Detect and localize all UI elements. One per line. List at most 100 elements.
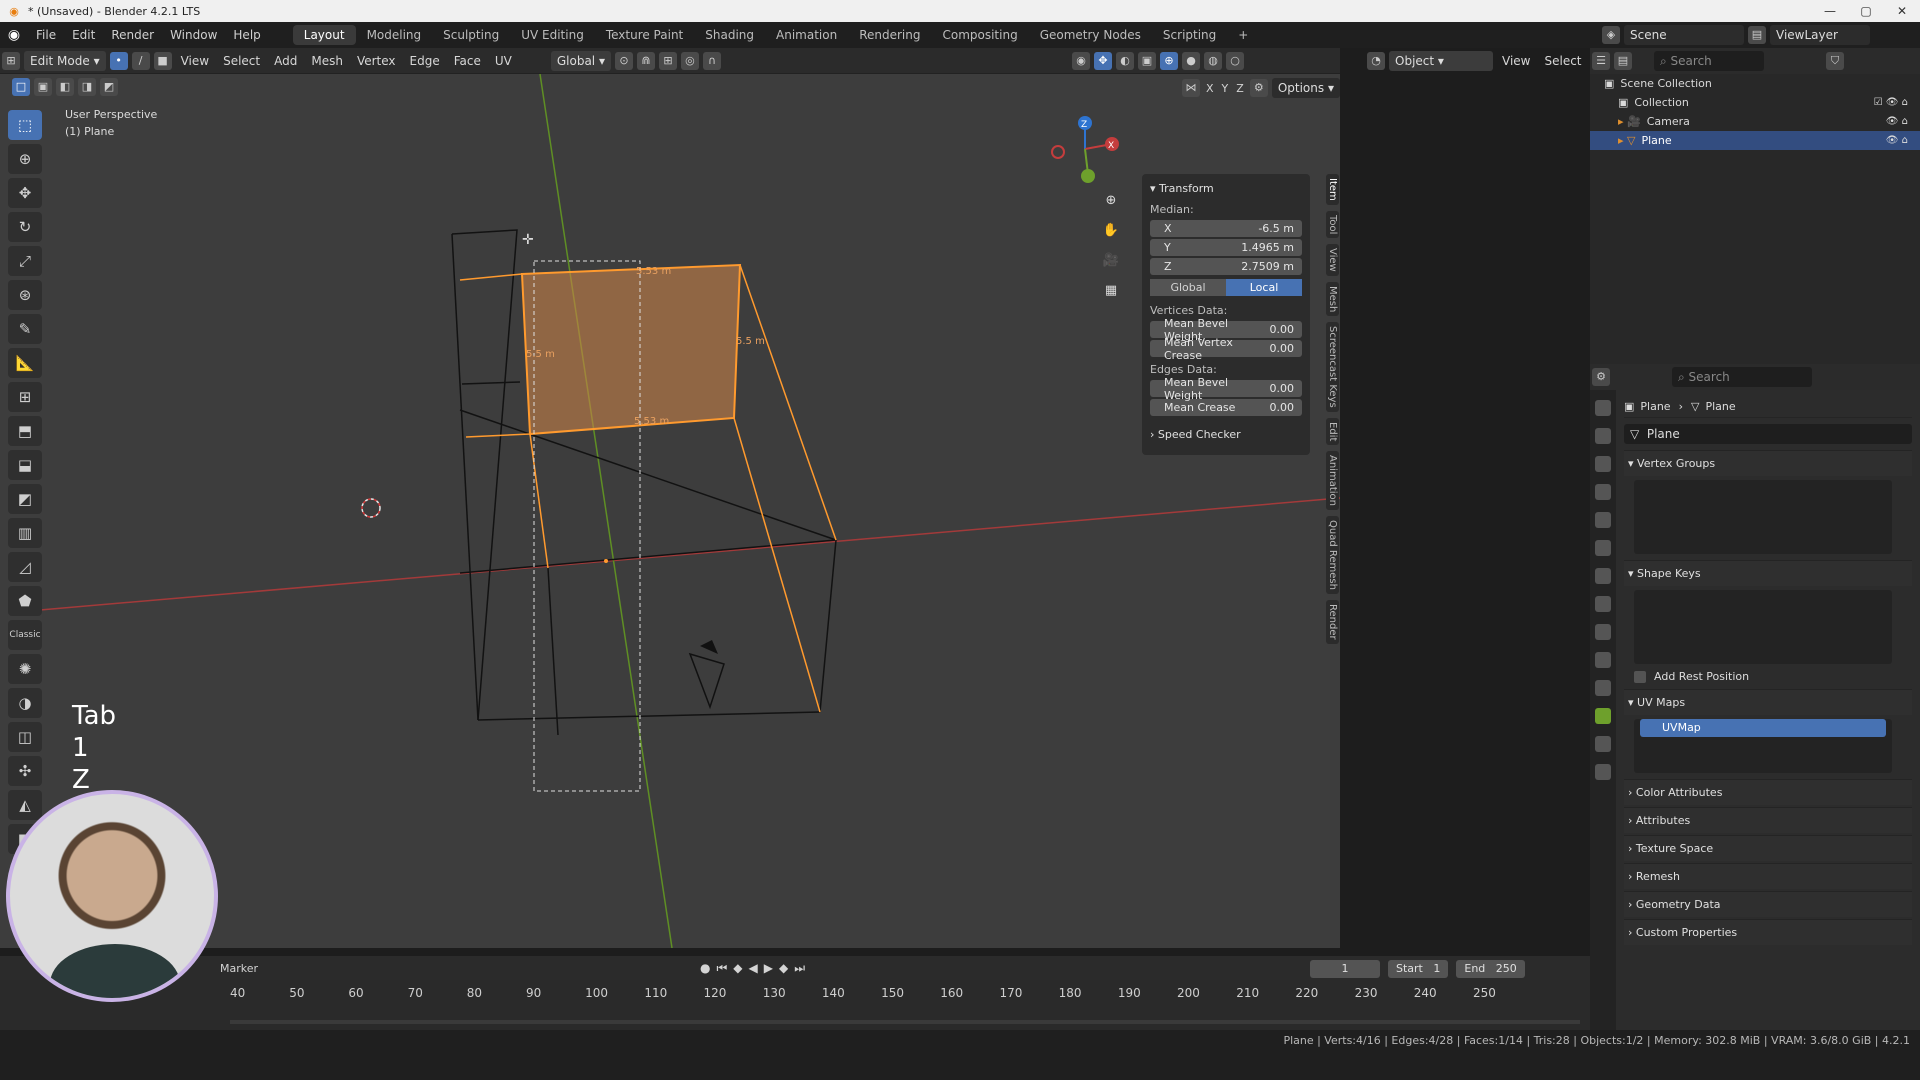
rotate-tool-icon[interactable]: ↻ (8, 212, 42, 242)
falloff-icon[interactable]: ∩ (702, 51, 721, 70)
tab-sculpting[interactable]: Sculpting (432, 25, 510, 45)
particles-tab-icon[interactable] (1595, 624, 1611, 640)
median-y-field[interactable]: Y 1.4965 m (1150, 239, 1302, 256)
menu-select-2[interactable]: Select (1537, 54, 1588, 68)
outliner-row-camera[interactable]: ▸ 🎥 Camera 👁 ⌂ (1590, 112, 1920, 131)
add-rest-position-checkbox[interactable]: Add Rest Position (1634, 670, 1912, 683)
output-tab-icon[interactable] (1595, 456, 1611, 472)
tab-animation[interactable]: Animation (1326, 451, 1339, 511)
menu-render[interactable]: Render (103, 28, 162, 42)
tab-layout[interactable]: Layout (292, 25, 356, 45)
mesh-datablock-field[interactable]: ▽ Plane (1624, 424, 1912, 444)
marker-menu[interactable]: Marker (220, 962, 258, 975)
extrude-tool-icon[interactable]: ⬒ (8, 416, 42, 446)
menu-window[interactable]: Window (162, 28, 225, 42)
global-button[interactable]: Global (1150, 279, 1226, 296)
menu-edit[interactable]: Edit (64, 28, 103, 42)
mean-crease-field[interactable]: Mean Crease 0.00 (1150, 399, 1302, 416)
editor-type-icon-2[interactable]: ◔ (1367, 51, 1385, 70)
bevel-tool-icon[interactable]: ◩ (8, 484, 42, 514)
tab-uv-editing[interactable]: UV Editing (510, 25, 595, 45)
annotate-tool-icon[interactable]: ✎ (8, 314, 42, 344)
local-button[interactable]: Local (1226, 279, 1302, 296)
uv-maps-panel[interactable]: ▾ UV Maps (1624, 689, 1912, 715)
properties-editor-icon[interactable]: ⚙ (1592, 368, 1610, 386)
tab-edit[interactable]: Edit (1326, 417, 1339, 446)
select-box-tool-icon[interactable]: ⬚ (8, 110, 42, 140)
visibility-eye-icon[interactable]: ☑ 👁 ⌂ (1874, 97, 1908, 108)
zoom-icon[interactable]: ⊕ (1100, 190, 1122, 212)
menu-view[interactable]: View (174, 54, 216, 68)
menu-select[interactable]: Select (216, 54, 267, 68)
maximize-button[interactable]: ▢ (1848, 0, 1884, 22)
scale-tool-icon[interactable]: ⤢ (8, 246, 42, 276)
tab-tool[interactable]: Tool (1326, 210, 1339, 239)
outliner-row-plane[interactable]: ▸ ▽ Plane 👁 ⌂ (1590, 131, 1920, 150)
tab-compositing[interactable]: Compositing (931, 25, 1028, 45)
visibility-icon[interactable]: ◉ (1072, 51, 1090, 70)
visibility-eye-icon[interactable]: 👁 ⌂ (1886, 116, 1908, 127)
median-z-field[interactable]: Z 2.7509 m (1150, 258, 1302, 275)
view-layer-tab-icon[interactable] (1595, 484, 1611, 500)
solid-shading-icon[interactable]: ● (1182, 51, 1200, 70)
ortho-grid-icon[interactable]: ▦ (1100, 280, 1122, 302)
menu-face[interactable]: Face (447, 54, 488, 68)
shear-tool-icon[interactable]: ◭ (8, 790, 42, 820)
outliner-row-collection[interactable]: ▣ Collection ☑ 👁 ⌂ (1590, 93, 1920, 112)
snap-icon[interactable]: ⋒ (636, 51, 655, 70)
transform-panel-title[interactable]: ▾ Transform (1150, 182, 1302, 195)
edge-slide-tool-icon[interactable]: ◫ (8, 722, 42, 752)
edge-bevel-weight-field[interactable]: Mean Bevel Weight 0.00 (1150, 376, 1302, 402)
material-tab-icon[interactable] (1595, 736, 1611, 752)
tab-texture-paint[interactable]: Texture Paint (595, 25, 694, 45)
cursor-tool-icon[interactable]: ⊕ (8, 144, 42, 174)
menu-file[interactable]: File (28, 28, 64, 42)
outliner-search-input[interactable]: ⌕ Search (1654, 51, 1764, 71)
add-workspace-button[interactable]: + (1227, 25, 1259, 45)
shrink-tool-icon[interactable]: ✣ (8, 756, 42, 786)
close-button[interactable]: ✕ (1884, 0, 1920, 22)
outliner-editor-icon[interactable]: ☰ (1592, 52, 1610, 70)
attributes-panel[interactable]: › Attributes (1624, 807, 1912, 833)
timeline[interactable]: 40 50 60 70 80 90 100 110 120 130 140 150 160 170 180 1… (0, 980, 1600, 1030)
scene-tab-icon[interactable] (1595, 512, 1611, 528)
physics-tab-icon[interactable] (1595, 652, 1611, 668)
record-icon[interactable]: ● (700, 961, 710, 975)
color-attributes-panel[interactable]: › Color Attributes (1624, 779, 1912, 805)
face-select-icon[interactable]: ■ (153, 51, 172, 70)
camera-view-icon[interactable]: 🎥 (1100, 250, 1122, 272)
speed-checker-panel[interactable]: › Speed Checker (1150, 428, 1302, 441)
navigation-gizmo[interactable]: Z X (1050, 114, 1120, 184)
next-keyframe-icon[interactable]: ◆ (779, 961, 788, 975)
spin-tool-icon[interactable]: ✺ (8, 654, 42, 684)
vertex-groups-list[interactable] (1634, 480, 1892, 554)
jump-start-icon[interactable]: ⏮ (716, 961, 727, 976)
tab-rendering[interactable]: Rendering (848, 25, 931, 45)
smooth-tool-icon[interactable]: ◑ (8, 688, 42, 718)
editor-type-icon[interactable]: ⊞ (2, 51, 20, 70)
move-tool-icon[interactable]: ✥ (8, 178, 42, 208)
object-tab-icon[interactable] (1595, 568, 1611, 584)
menu-uv[interactable]: UV (488, 54, 519, 68)
constraints-tab-icon[interactable] (1595, 680, 1611, 696)
transform-tool-icon[interactable]: ⊛ (8, 280, 42, 310)
properties-search-input[interactable]: ⌕ Search (1672, 367, 1812, 387)
minimize-button[interactable]: — (1812, 0, 1848, 22)
remesh-panel[interactable]: › Remesh (1624, 863, 1912, 889)
tab-scripting[interactable]: Scripting (1152, 25, 1227, 45)
menu-edge[interactable]: Edge (403, 54, 447, 68)
start-frame-field[interactable]: Start 1 (1388, 960, 1449, 978)
scene-selector[interactable]: Scene (1624, 25, 1744, 45)
inset-tool-icon[interactable]: ⬓ (8, 450, 42, 480)
tab-quad-remesh[interactable]: Quad Remesh (1326, 516, 1339, 595)
shape-keys-panel[interactable]: ▾ Shape Keys (1624, 560, 1912, 586)
pan-hand-icon[interactable]: ✋ (1100, 220, 1122, 242)
display-mode-icon[interactable]: ▤ (1614, 52, 1632, 70)
current-frame-field[interactable]: 1 (1310, 960, 1380, 978)
geometry-data-panel[interactable]: › Geometry Data (1624, 891, 1912, 917)
uvmap-row[interactable]: UVMap (1640, 719, 1886, 737)
add-cube-tool-icon[interactable]: ⊞ (8, 382, 42, 412)
render-tab-icon[interactable] (1595, 428, 1611, 444)
tab-render[interactable]: Render (1326, 600, 1339, 644)
menu-help[interactable]: Help (225, 28, 268, 42)
